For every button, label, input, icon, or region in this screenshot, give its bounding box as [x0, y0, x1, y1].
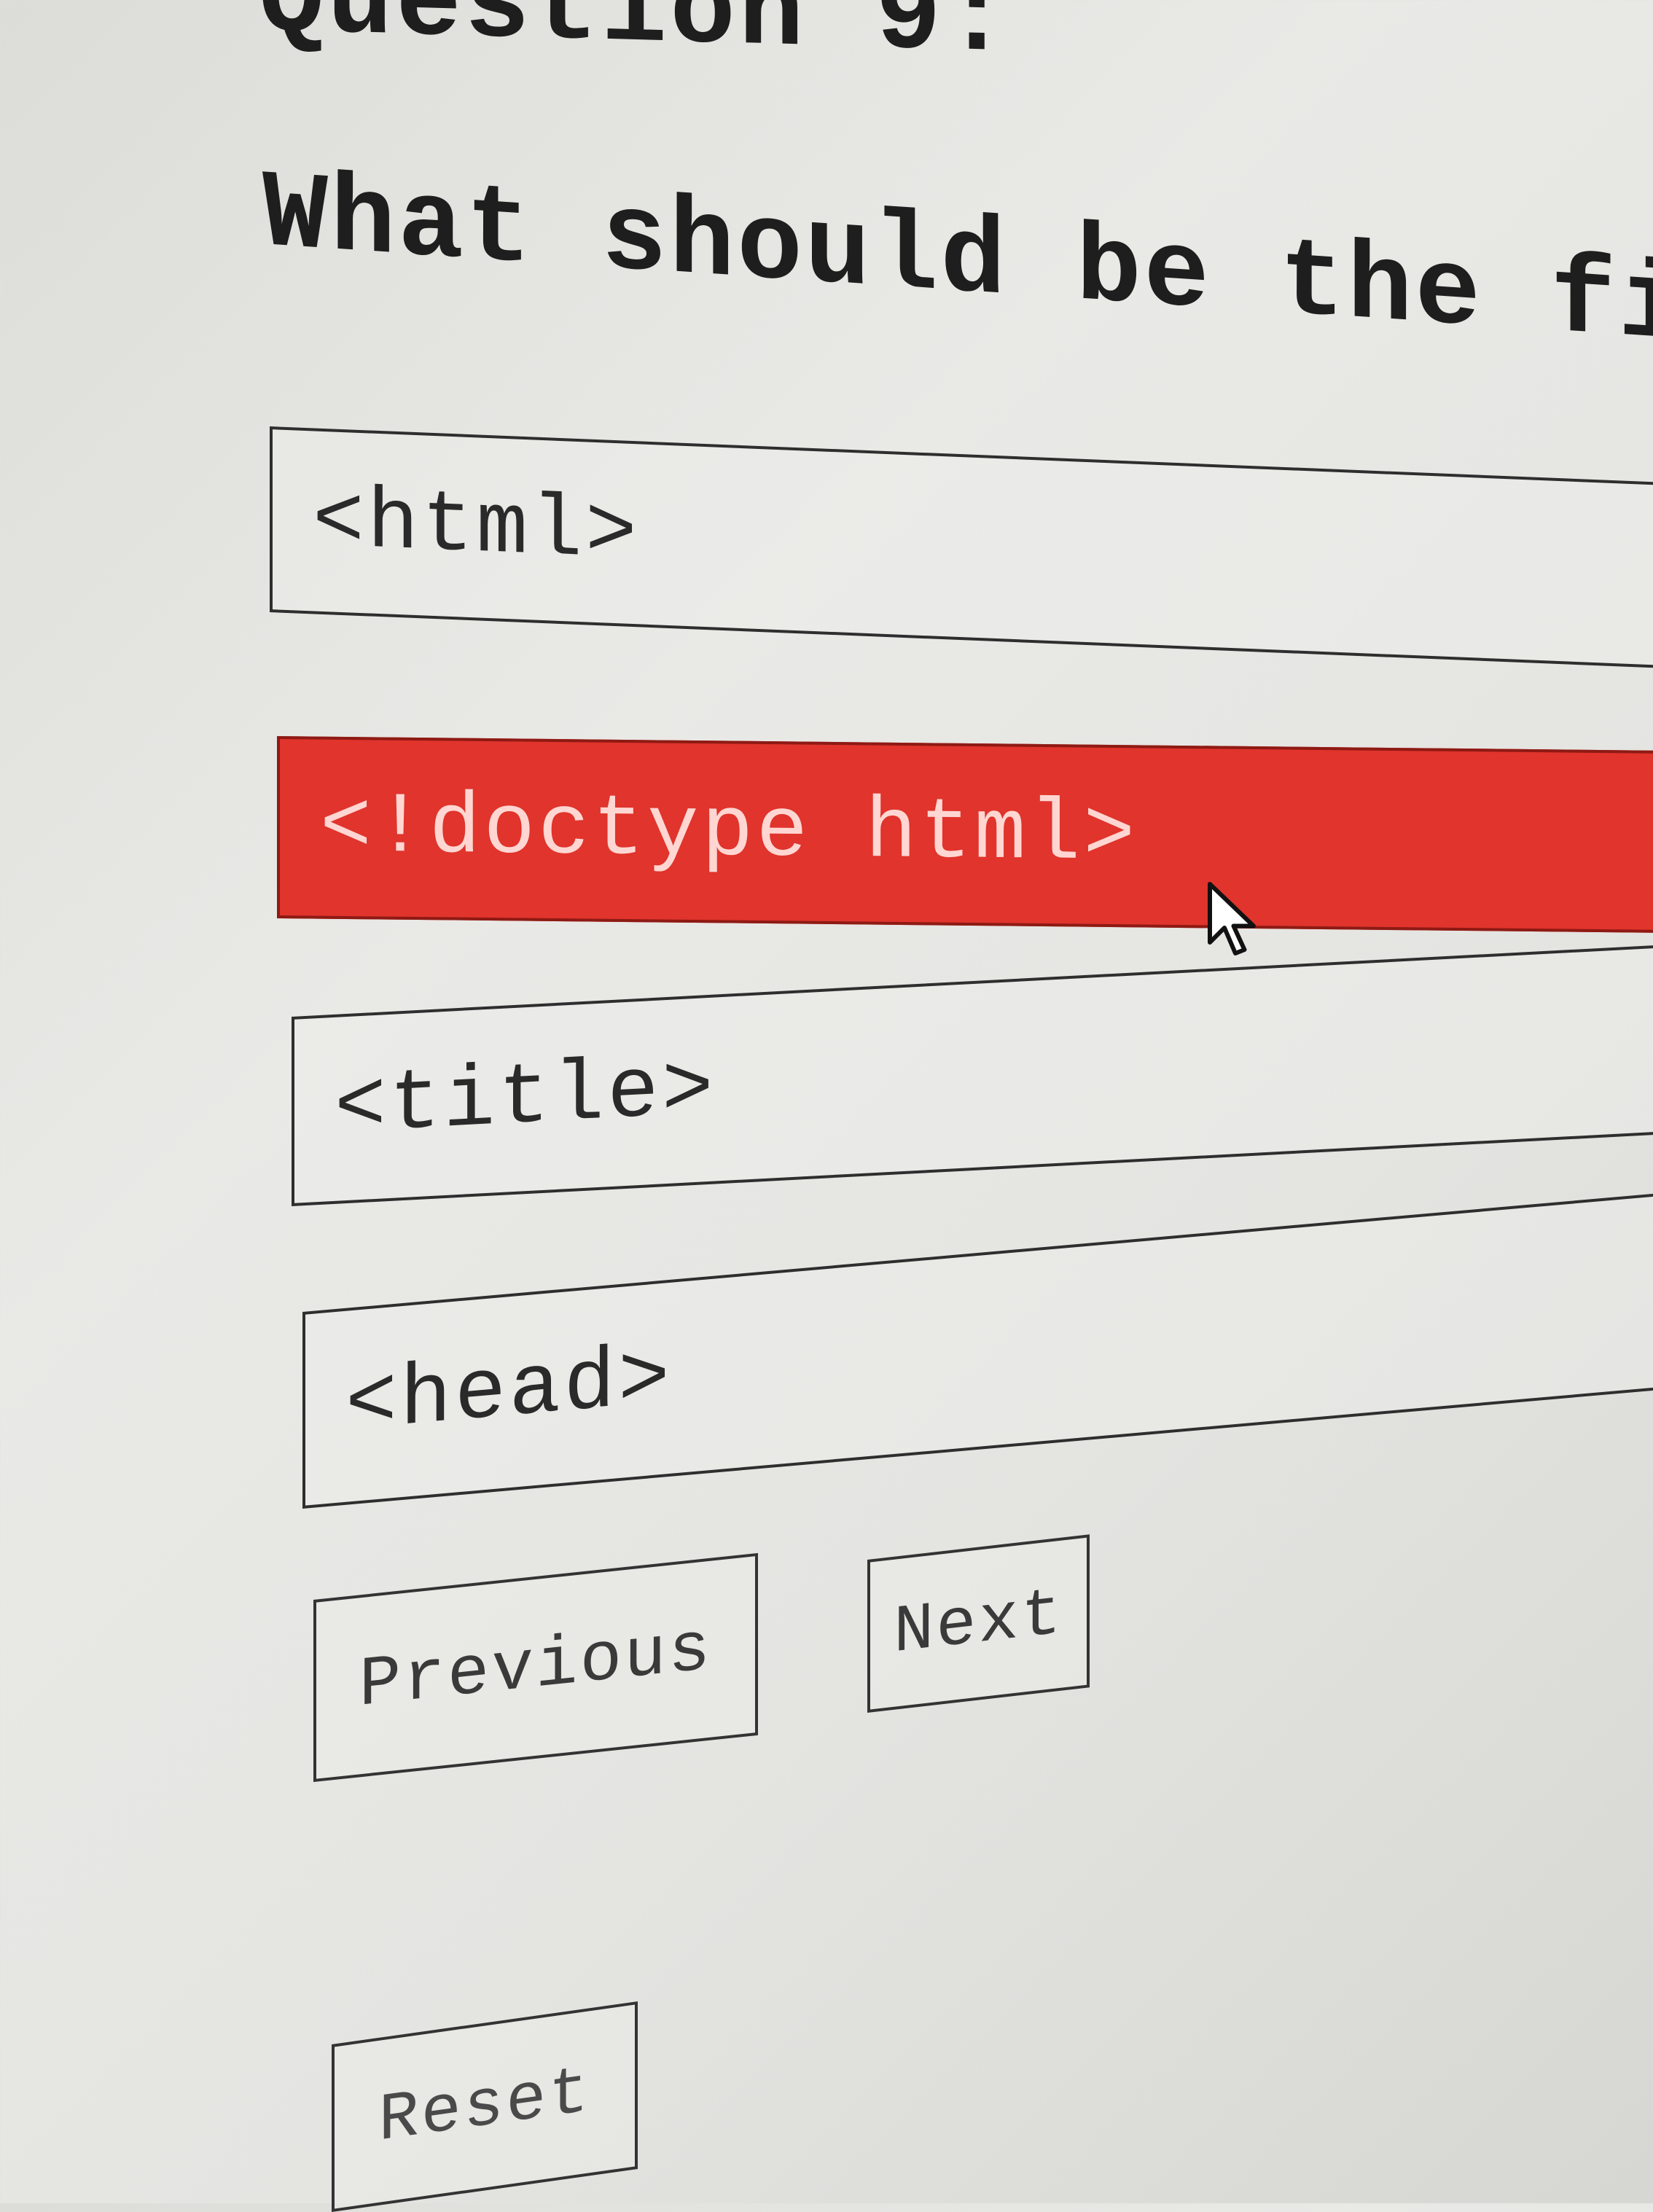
question-text: What should be the firs: [262, 153, 1653, 381]
answer-option-head[interactable]: <head>: [302, 1171, 1653, 1509]
answer-option-doctype-selected[interactable]: <!doctype html>: [277, 736, 1653, 936]
answer-option-html[interactable]: <html>: [270, 426, 1653, 677]
reset-button-label: Reset: [378, 2053, 591, 2160]
previous-button[interactable]: Previous: [313, 1552, 758, 1782]
previous-button-label: Previous: [359, 1609, 713, 1726]
answer-option-label: <head>: [345, 1329, 673, 1455]
quiz-page: Question 9: What should be the firs <htm…: [0, 0, 1653, 2212]
next-button-label: Next: [894, 1575, 1063, 1672]
answer-option-title[interactable]: <title>: [292, 932, 1653, 1206]
reset-button[interactable]: Reset: [332, 2001, 638, 2212]
answer-option-label: <html>: [313, 472, 640, 583]
answer-option-label: <title>: [335, 1040, 716, 1158]
answer-option-label: <!doctype html>: [320, 779, 1138, 885]
question-number: Question 9:: [259, 0, 1013, 84]
next-button[interactable]: Next: [867, 1534, 1090, 1713]
